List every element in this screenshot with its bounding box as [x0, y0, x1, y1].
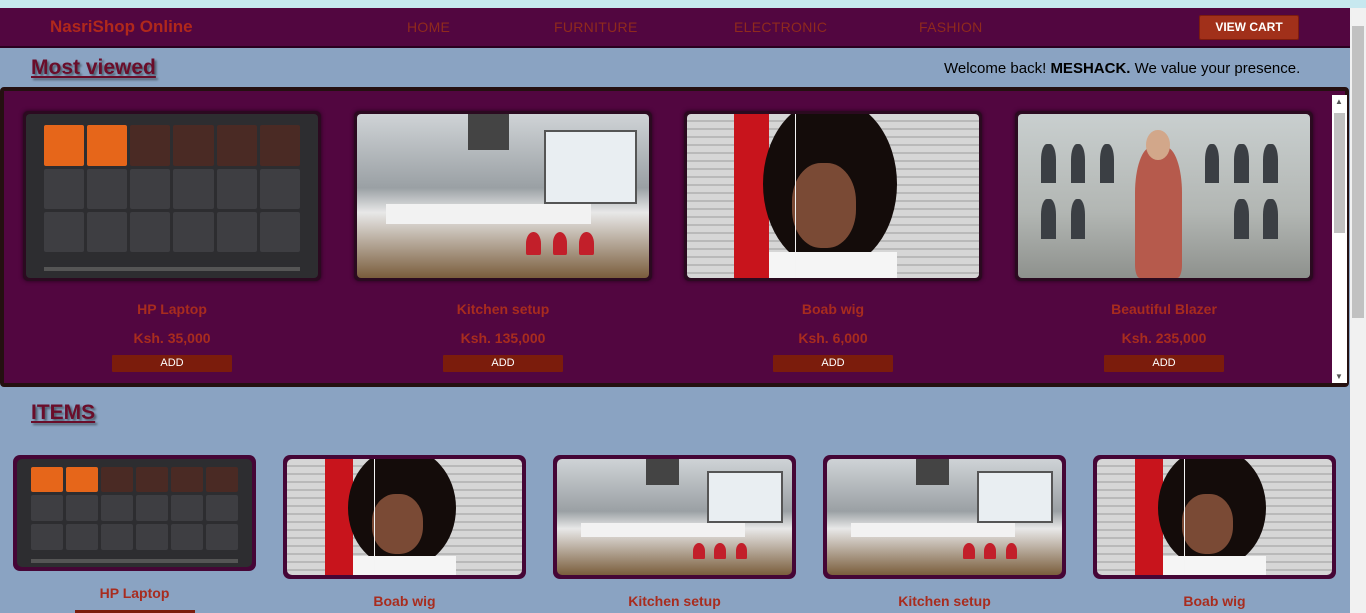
product-card: Boab wig Ksh. 6,000 ADD	[684, 111, 982, 372]
scroll-down-arrow-icon[interactable]: ▼	[1335, 372, 1343, 381]
item-image-frame[interactable]	[283, 455, 526, 579]
welcome-message: Welcome back! MESHACK. We value your pre…	[944, 60, 1300, 77]
product-image-frame[interactable]	[23, 111, 321, 281]
laptop-app-launcher-image	[17, 459, 252, 567]
add-to-cart-button[interactable]: ADD	[773, 355, 893, 372]
item-name: Boab wig	[1183, 593, 1246, 609]
brand-logo[interactable]: NasriShop Online	[50, 17, 193, 37]
navbar: NasriShop Online HOME FURNITURE ELECTRON…	[0, 8, 1350, 48]
nav-link-fashion[interactable]: FASHION	[919, 19, 983, 35]
kitchen-image	[827, 459, 1062, 575]
item-name: Kitchen setup	[628, 593, 721, 609]
wig-image	[287, 459, 522, 575]
item-image-frame[interactable]	[823, 455, 1066, 579]
panel-scrollbar-thumb[interactable]	[1334, 113, 1345, 233]
items-heading: ITEMS	[31, 401, 96, 424]
most-viewed-panel: HP Laptop Ksh. 35,000 ADD Kitchen setup …	[0, 87, 1349, 387]
product-name: HP Laptop	[137, 301, 207, 317]
kitchen-image	[557, 459, 792, 575]
product-price: Ksh. 135,000	[460, 330, 546, 346]
product-name: Boab wig	[801, 301, 865, 317]
product-card: HP Laptop Ksh. 35,000 ADD	[23, 111, 321, 372]
nav-link-home[interactable]: HOME	[407, 19, 450, 35]
product-card: Beautiful Blazer Ksh. 235,000 ADD	[1015, 111, 1313, 372]
item-card: Boab wig	[1093, 455, 1336, 609]
most-viewed-heading: Most viewed	[31, 56, 156, 79]
product-image-frame[interactable]	[1015, 111, 1313, 281]
product-price: Ksh. 6,000	[798, 330, 868, 346]
item-card: Kitchen setup	[553, 455, 796, 609]
top-strip	[0, 0, 1366, 8]
add-to-cart-button[interactable]: ADD	[112, 355, 232, 372]
add-to-cart-button[interactable]: ADD	[1104, 355, 1224, 372]
item-name: Boab wig	[373, 593, 436, 609]
welcome-prefix: Welcome back!	[944, 60, 1051, 77]
add-to-cart-button[interactable]: ADD	[443, 355, 563, 372]
product-image-frame[interactable]	[684, 111, 982, 281]
laptop-app-launcher-image	[26, 114, 318, 278]
view-cart-button[interactable]: VIEW CART	[1199, 15, 1299, 40]
blazer-image	[1018, 114, 1310, 278]
item-image-frame[interactable]	[553, 455, 796, 579]
product-name: Kitchen setup	[456, 301, 550, 317]
nav-link-electronic[interactable]: ELECTRONIC	[734, 19, 827, 35]
item-image-frame[interactable]	[13, 455, 256, 571]
kitchen-image	[357, 114, 649, 278]
wig-image	[1097, 459, 1332, 575]
wig-image	[687, 114, 979, 278]
item-card: HP Laptop	[13, 455, 256, 613]
product-card: Kitchen setup Ksh. 135,000 ADD	[354, 111, 652, 372]
product-price: Ksh. 235,000	[1121, 330, 1207, 346]
welcome-username: MESHACK.	[1050, 60, 1131, 77]
page-scrollbar-thumb[interactable]	[1352, 26, 1364, 318]
item-card: Boab wig	[283, 455, 526, 609]
product-image-frame[interactable]	[354, 111, 652, 281]
item-name: Kitchen setup	[898, 593, 991, 609]
product-price: Ksh. 35,000	[133, 330, 211, 346]
product-name: Beautiful Blazer	[1111, 301, 1217, 317]
panel-scrollbar[interactable]: ▲ ▼	[1332, 95, 1347, 383]
welcome-suffix: We value your presence.	[1130, 60, 1301, 77]
scroll-up-arrow-icon[interactable]: ▲	[1335, 97, 1343, 106]
page-scrollbar[interactable]	[1350, 8, 1366, 613]
item-image-frame[interactable]	[1093, 455, 1336, 579]
item-name: HP Laptop	[99, 585, 170, 601]
item-card: Kitchen setup	[823, 455, 1066, 609]
nav-link-furniture[interactable]: FURNITURE	[554, 19, 638, 35]
